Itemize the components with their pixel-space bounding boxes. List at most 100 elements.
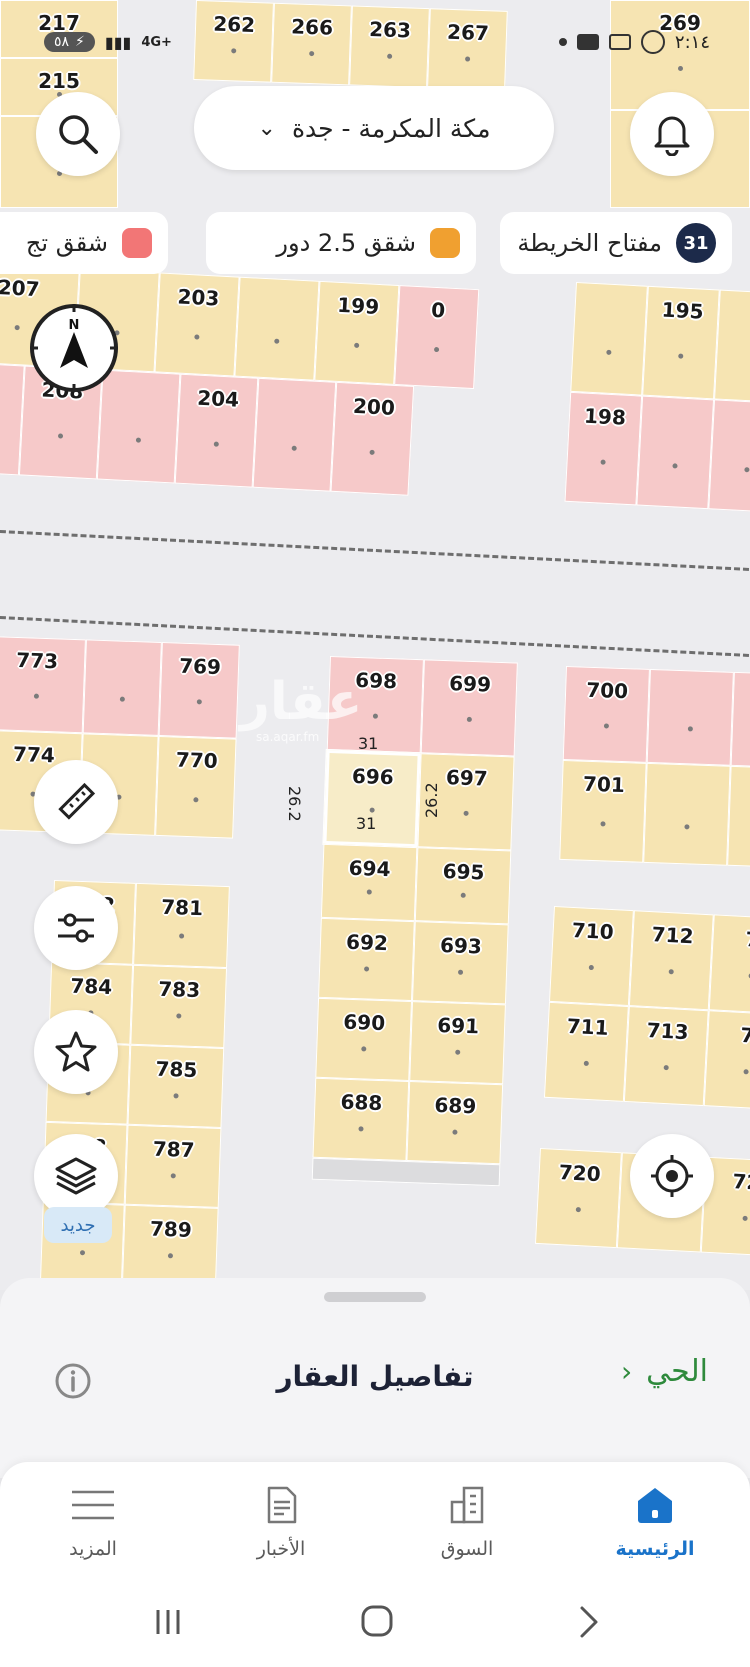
layers-icon [55, 1157, 97, 1195]
land-plot[interactable]: 770 [155, 735, 237, 839]
land-plot[interactable]: 691 [409, 1001, 506, 1085]
land-plot[interactable]: 783 [130, 964, 228, 1049]
battery-level: ٥٨ [54, 34, 70, 50]
nav-item-market[interactable]: السوق [402, 1484, 532, 1560]
land-plot[interactable]: 690 [315, 997, 413, 1082]
dimension-right: 26.2 [422, 782, 441, 818]
plot-center-dot [744, 467, 750, 473]
land-plot[interactable]: 7 [703, 1010, 750, 1111]
svg-text:N: N [69, 318, 80, 333]
land-plot[interactable] [643, 762, 731, 866]
plot-center-dot [33, 693, 40, 699]
plot-number: 783 [157, 976, 201, 1003]
home-circle-icon[interactable] [358, 1602, 396, 1640]
land-plot[interactable] [82, 639, 162, 736]
land-plot[interactable]: 267 [427, 8, 508, 91]
land-plot[interactable]: 689 [406, 1081, 504, 1165]
search-button[interactable] [36, 92, 120, 176]
land-plot[interactable]: 701 [559, 759, 647, 863]
land-plot[interactable]: 789 [121, 1204, 219, 1288]
land-plot[interactable]: 266 [271, 2, 352, 86]
plot-center-dot [672, 463, 678, 469]
chevron-down-icon: ⌄ [257, 115, 276, 141]
district-link[interactable]: الحي ‹ [621, 1354, 708, 1389]
city-selector[interactable]: ⌄ مكة المكرمة - جدة [194, 86, 554, 170]
land-plot[interactable] [636, 395, 715, 510]
land-plot[interactable] [252, 377, 337, 492]
land-plot[interactable]: 713 [623, 1006, 709, 1107]
map-key-chip[interactable]: 31 مفتاح الخريطة [500, 212, 732, 274]
nav-item-home[interactable]: الرئيسية [590, 1484, 720, 1560]
plot-number: 696 [351, 763, 395, 790]
land-plot[interactable]: 693 [412, 921, 509, 1005]
map-view[interactable]: 2172152132622662632672692702072031990208… [0, 0, 750, 1290]
legend-chip-apartments-2-5[interactable]: شقق 2.5 دور [206, 212, 476, 274]
measure-button[interactable] [34, 760, 118, 844]
land-plot[interactable]: 787 [124, 1124, 222, 1208]
land-plot[interactable] [708, 399, 750, 514]
filter-button[interactable] [34, 886, 118, 970]
land-plot[interactable]: 720 [534, 1148, 622, 1249]
youtube-icon [576, 34, 599, 50]
land-plot[interactable]: 203 [154, 272, 240, 377]
land-plot[interactable] [730, 671, 750, 769]
nav-item-news[interactable]: الأخبار [216, 1484, 346, 1560]
land-plot[interactable]: 710 [548, 906, 634, 1007]
nav-item-more[interactable]: المزيد [28, 1484, 158, 1560]
land-plot[interactable]: 699 [420, 659, 518, 757]
land-plot[interactable]: 0 [394, 285, 480, 390]
plot-number: 711 [566, 1013, 610, 1041]
status-bar-left: ٥٨ ⚡ ▮▮▮ 4G+ [44, 22, 172, 62]
land-plot[interactable]: 262 [193, 0, 274, 83]
new-badge: جديد [44, 1207, 112, 1243]
land-plot[interactable]: 688 [312, 1077, 410, 1161]
land-plot[interactable] [714, 289, 750, 404]
land-plot[interactable]: 7 [708, 914, 750, 1015]
land-plot[interactable]: 204 [174, 373, 259, 488]
favorites-button[interactable] [34, 1010, 118, 1094]
land-plot[interactable]: 781 [133, 882, 230, 969]
land-plot[interactable]: 198 [564, 391, 643, 506]
land-plot[interactable]: 700 [562, 666, 650, 763]
compass-button[interactable]: N [28, 302, 120, 394]
land-plot[interactable]: 769 [158, 642, 240, 739]
land-plot[interactable] [727, 765, 750, 869]
recents-icon[interactable] [150, 1604, 186, 1640]
buildings-icon [450, 1486, 484, 1524]
back-icon[interactable] [574, 1604, 604, 1640]
plot-number: 695 [442, 859, 485, 885]
bottom-navigation: الرئيسية السوق الأخبار المزيد [0, 1462, 750, 1582]
land-plot[interactable] [646, 668, 734, 766]
crosshair-icon [651, 1155, 693, 1197]
notifications-button[interactable] [630, 92, 714, 176]
land-plot[interactable] [570, 282, 648, 396]
plot-center-dot [193, 796, 199, 803]
legend-chip-commercial-apartments[interactable]: شقق تج [0, 212, 168, 274]
plot-number: 262 [212, 11, 256, 38]
plot-number: 691 [436, 1012, 480, 1039]
plot-center-dot [603, 723, 610, 729]
land-plot[interactable]: 195 [642, 285, 720, 400]
property-details-sheet[interactable]: تفاصيل العقار الحي ‹ [0, 1278, 750, 1478]
land-plot[interactable] [234, 276, 320, 381]
sheet-drag-handle[interactable] [324, 1292, 426, 1302]
land-plot[interactable]: 692 [318, 917, 415, 1002]
land-plot[interactable]: 773 [0, 636, 86, 734]
layers-button[interactable] [34, 1134, 118, 1218]
land-plot[interactable]: 695 [414, 847, 512, 925]
plot-layer[interactable]: 2172152132622662632672692702072031990208… [0, 0, 750, 1290]
plot-center-dot [455, 1049, 461, 1056]
locate-me-button[interactable] [630, 1134, 714, 1218]
land-plot[interactable]: 785 [127, 1044, 225, 1128]
land-plot[interactable]: 711 [543, 1001, 629, 1102]
land-plot[interactable]: 263 [349, 5, 430, 89]
dimension-left: 26.2 [285, 786, 304, 822]
land-plot[interactable]: 200 [330, 381, 415, 496]
land-plot[interactable]: 199 [314, 280, 400, 385]
land-plot[interactable]: 712 [628, 910, 714, 1011]
plot-center-dot [358, 1126, 364, 1132]
signal-icon: ▮▮▮ [104, 32, 132, 52]
plot-center-dot [135, 437, 142, 443]
land-plot[interactable]: 694 [320, 843, 418, 922]
plot-center-dot [600, 459, 606, 465]
